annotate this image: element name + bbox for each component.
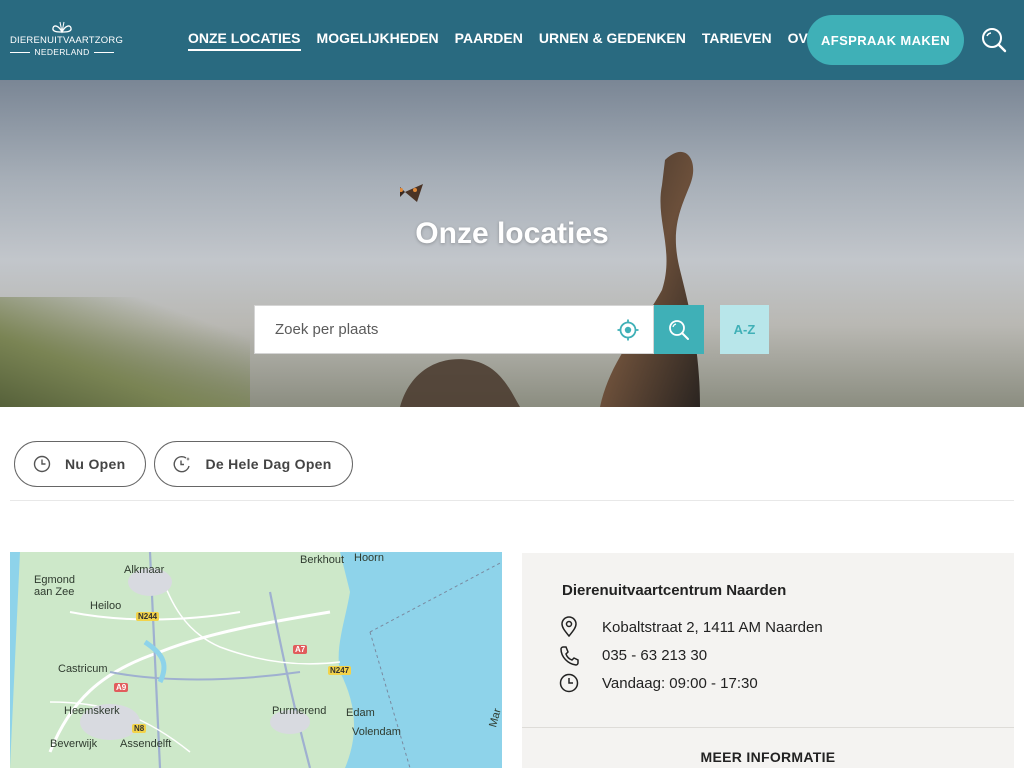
map-place-castricum: Castricum	[58, 663, 108, 675]
brand-logo[interactable]: DIERENUITVAARTZORG NEDERLAND	[10, 20, 124, 60]
locate-me-icon[interactable]	[617, 319, 639, 341]
nav-item-paarden[interactable]: PAARDEN	[455, 30, 523, 51]
site-header: DIERENUITVAARTZORG NEDERLAND ONZE LOCATI…	[0, 0, 1024, 80]
map-place-hoorn: Hoorn	[354, 552, 384, 564]
butterfly-logo-icon	[52, 21, 72, 34]
page-title: Onze locaties	[415, 217, 609, 250]
butterfly	[400, 184, 423, 202]
location-address: Kobaltstraat 2, 1411 AM Naarden	[602, 618, 823, 636]
hero-grass	[0, 297, 250, 407]
location-card: Dierenuitvaartcentrum Naarden Kobaltstra…	[522, 553, 1014, 768]
nav-item-mogelijkheden[interactable]: MOGELIJKHEDEN	[317, 30, 439, 51]
search-icon[interactable]	[980, 26, 1008, 54]
cat-image	[400, 151, 700, 407]
road-a9: A9	[114, 683, 129, 692]
location-search-input[interactable]	[275, 309, 615, 350]
section-divider	[10, 500, 1014, 501]
map-place-volendam: Volendam	[352, 726, 401, 738]
map-place-edam: Edam	[346, 707, 375, 719]
map-place-assendelft: Assendelft	[120, 738, 172, 750]
map-canvas	[10, 552, 502, 768]
map-place-purmerend: Purmerend	[272, 705, 327, 717]
location-phone-row: 035 - 63 213 30	[558, 644, 707, 666]
filter-all-day-open[interactable]: De Hele Dag Open	[154, 441, 353, 487]
map-pin-icon	[561, 616, 577, 638]
location-hours-row: Vandaag: 09:00 - 17:30	[558, 672, 758, 694]
map-place-egmond: Egmond aan Zee	[34, 574, 75, 598]
location-address-row: Kobaltstraat 2, 1411 AM Naarden	[558, 616, 823, 638]
brand-name: DIERENUITVAARTZORG	[10, 35, 124, 46]
map-place-berkhout: Berkhout	[300, 554, 345, 566]
road-n8: N8	[132, 724, 147, 733]
nav-item-tarieven[interactable]: TARIEVEN	[702, 30, 772, 51]
hero-banner: Onze locaties A-Z	[0, 80, 1024, 407]
more-info-button[interactable]: MEER INFORMATIE	[522, 749, 1014, 765]
brand-subtitle: NEDERLAND	[10, 47, 114, 57]
main-nav: ONZE LOCATIES MOGELIJKHEDEN PAARDEN URNE…	[188, 30, 878, 51]
appointment-button[interactable]: AFSPRAAK MAKEN	[807, 15, 964, 65]
moon-clock-icon	[173, 455, 191, 473]
a-z-button[interactable]: A-Z	[720, 305, 769, 354]
filter-label: De Hele Dag Open	[205, 456, 332, 472]
nav-item-urnen-gedenken[interactable]: URNEN & GEDENKEN	[539, 30, 686, 51]
road-n244: N244	[136, 612, 160, 621]
map-place-heiloo: Heiloo	[90, 600, 122, 612]
card-divider	[522, 727, 1014, 728]
filter-now-open[interactable]: Nu Open	[14, 441, 147, 487]
road-n247: N247	[328, 666, 352, 675]
map-place-heemskerk: Heemskerk	[64, 705, 120, 717]
filter-bar: Nu Open De Hele Dag Open	[14, 441, 353, 487]
clock-icon	[559, 673, 579, 693]
clock-icon	[33, 455, 51, 473]
nav-item-onze-locaties[interactable]: ONZE LOCATIES	[188, 30, 301, 51]
locations-map[interactable]: Egmond aan Zee Alkmaar Heiloo Berkhout Ho…	[10, 552, 502, 768]
location-name[interactable]: Dierenuitvaartcentrum Naarden	[562, 582, 786, 599]
location-phone[interactable]: 035 - 63 213 30	[602, 647, 707, 664]
search-submit-button[interactable]	[654, 305, 704, 354]
road-a7: A7	[293, 645, 308, 654]
location-hours: Vandaag: 09:00 - 17:30	[602, 674, 758, 692]
map-place-alkmaar: Alkmaar	[124, 564, 165, 576]
map-place-beverwijk: Beverwijk	[50, 738, 98, 750]
phone-icon	[560, 646, 579, 666]
filter-label: Nu Open	[65, 456, 126, 472]
location-search-box	[254, 305, 654, 354]
search-icon	[669, 319, 689, 340]
